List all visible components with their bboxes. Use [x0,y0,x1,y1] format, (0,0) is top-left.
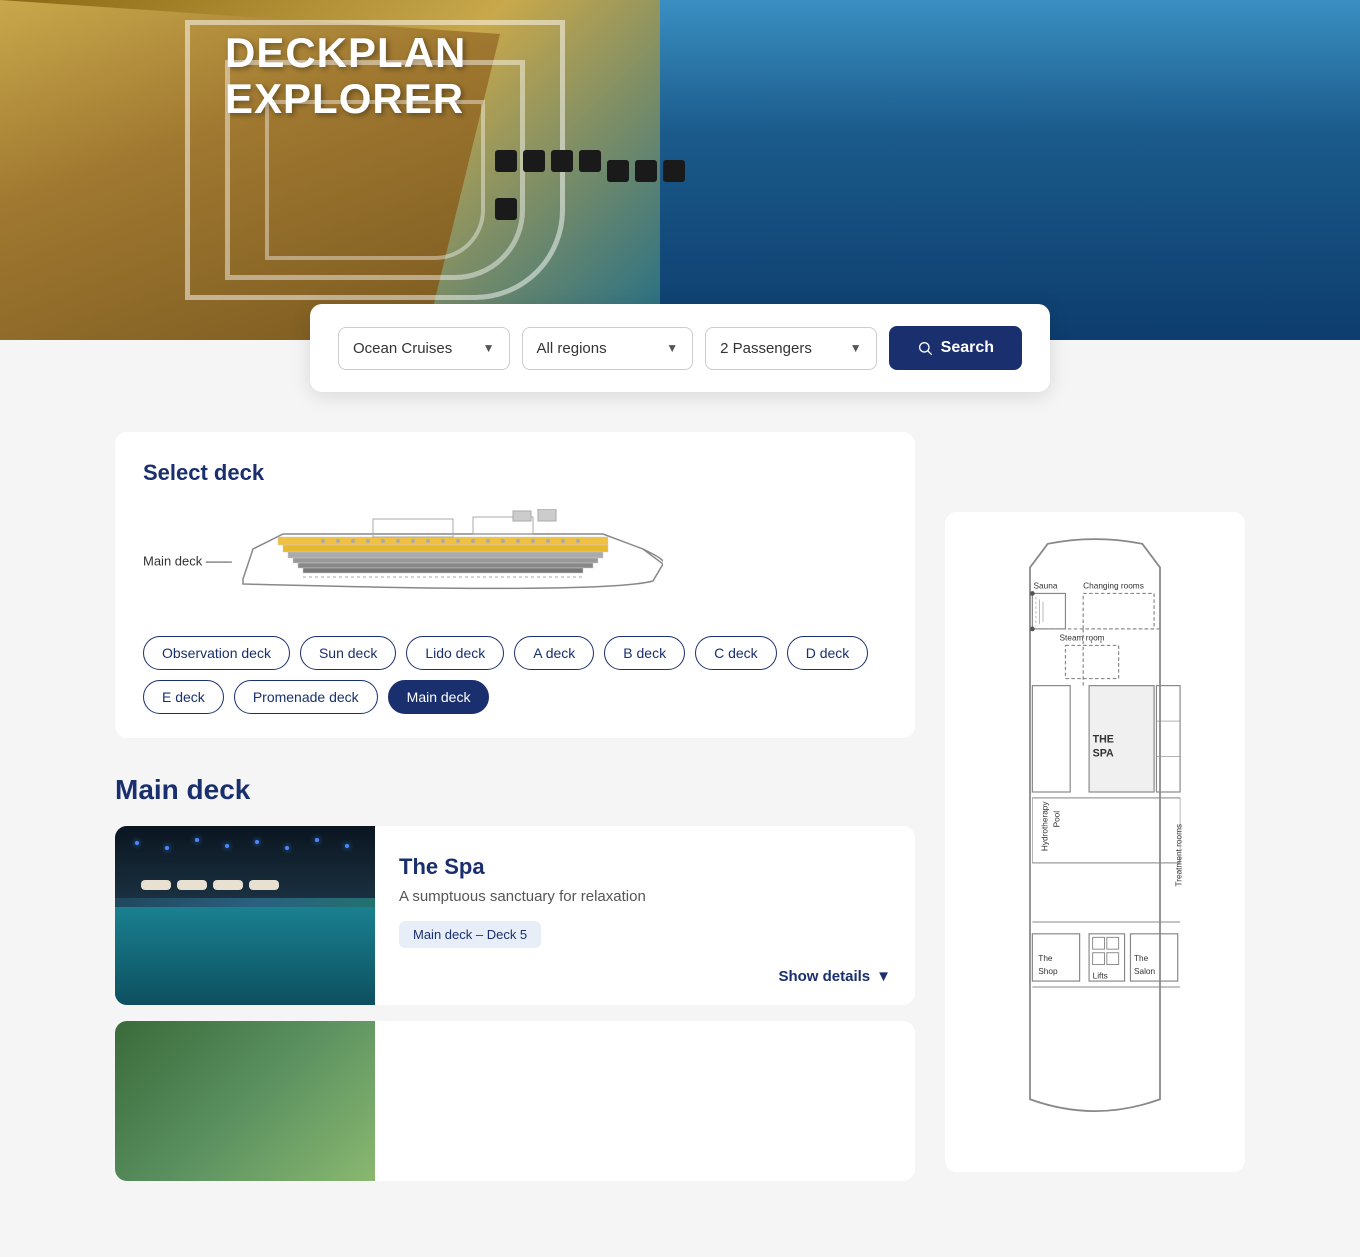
light-dot [135,841,139,845]
poi-name-spa: The Spa [399,854,891,880]
ship-main-deck-label: Main deck —— [143,554,232,569]
poi-card-2 [115,1021,915,1181]
lounger [213,880,243,890]
svg-text:Shop: Shop [1038,967,1058,976]
passengers-dropdown[interactable]: 2 Passengers ▼ [705,327,877,370]
light-dot [255,840,259,844]
passengers-value: 2 Passengers [720,340,812,357]
main-deck-title: Main deck [115,774,915,806]
search-button-label: Search [941,339,994,357]
svg-text:SPA: SPA [1093,748,1114,760]
select-deck-card: Select deck Main deck —— [115,432,915,738]
light-dot [195,838,199,842]
hero-title-line2: EXPLORER [225,75,464,122]
ship-svg-wrap [223,509,643,614]
poi-desc-spa: A sumptuous sanctuary for relaxation [399,888,891,905]
search-card: Ocean Cruises ▼ All regions ▼ 2 Passenge… [310,304,1050,392]
deck-btn-sun[interactable]: Sun deck [300,636,396,670]
deck-btn-lido[interactable]: Lido deck [406,636,504,670]
light-dot [165,846,169,850]
lounger [141,880,171,890]
svg-text:Pool: Pool [1053,811,1062,828]
svg-text:Hydrotherapy: Hydrotherapy [1041,801,1050,851]
page-content: Select deck Main deck —— [115,432,1245,1257]
deck-btn-main[interactable]: Main deck [388,680,490,714]
svg-text:Steam room: Steam room [1060,634,1105,643]
cruise-type-chevron: ▼ [483,341,495,355]
poi-info-spa: The Spa A sumptuous sanctuary for relaxa… [375,826,915,1005]
spa-loungers [141,880,279,890]
poi-show-details-spa[interactable]: Show details ▼ [778,968,891,985]
floorplan-card: Sauna Changing rooms Steam room Hydr [945,512,1245,1172]
hero-banner: DECKPLAN EXPLORER [0,0,1360,340]
region-value: All regions [537,340,607,357]
ship-diagram: Main deck —— [143,506,887,616]
light-dot [315,838,319,842]
search-icon [917,340,933,356]
deck-btn-a[interactable]: A deck [514,636,594,670]
lounger [249,880,279,890]
deck-btn-observation[interactable]: Observation deck [143,636,290,670]
cruise-type-value: Ocean Cruises [353,340,452,357]
right-column: Sauna Changing rooms Steam room Hydr [945,432,1245,1197]
deck-chairs [495,150,695,220]
deck-btn-promenade[interactable]: Promenade deck [234,680,378,714]
deck-btn-d[interactable]: D deck [787,636,869,670]
svg-text:The: The [1134,954,1149,963]
floorplan-svg: Sauna Changing rooms Steam room Hydr [965,532,1225,1147]
poi-image-spa [115,826,375,1005]
poi-info-2 [375,1021,915,1181]
hero-title-line1: DECKPLAN [225,29,466,76]
poi-card-spa: The Spa A sumptuous sanctuary for relaxa… [115,826,915,1005]
poi-show-details-label-spa: Show details [778,968,870,985]
light-dot [345,844,349,848]
svg-text:Salon: Salon [1134,967,1156,976]
deck-btn-b[interactable]: B deck [604,636,685,670]
region-chevron: ▼ [666,341,678,355]
deck-btn-c[interactable]: C deck [695,636,777,670]
deck-buttons-group: Observation deck Sun deck Lido deck A de… [143,636,887,714]
search-button[interactable]: Search [889,326,1022,370]
poi-location-spa: Main deck – Deck 5 [399,921,541,948]
chevron-down-icon: ▼ [876,968,891,985]
sauna-label: Sauna [1034,582,1058,591]
spa-pool [115,907,375,1005]
svg-text:THE: THE [1093,733,1114,745]
light-dot [285,846,289,850]
svg-text:The: The [1038,954,1053,963]
cruise-type-dropdown[interactable]: Ocean Cruises ▼ [338,327,510,370]
railing-inner2 [265,100,485,260]
deck-btn-e[interactable]: E deck [143,680,224,714]
passengers-chevron: ▼ [850,341,862,355]
svg-text:Treatment rooms: Treatment rooms [1174,824,1183,887]
svg-text:Changing rooms: Changing rooms [1083,582,1144,591]
svg-text:Lifts: Lifts [1093,972,1108,981]
select-deck-title: Select deck [143,460,887,486]
lounger [177,880,207,890]
poi-image-2 [115,1021,375,1181]
left-column: Select deck Main deck —— [115,432,915,1197]
ship-diagram-svg [223,509,663,609]
region-dropdown[interactable]: All regions ▼ [522,327,694,370]
light-dot [225,844,229,848]
hero-title: DECKPLAN EXPLORER [225,30,466,122]
